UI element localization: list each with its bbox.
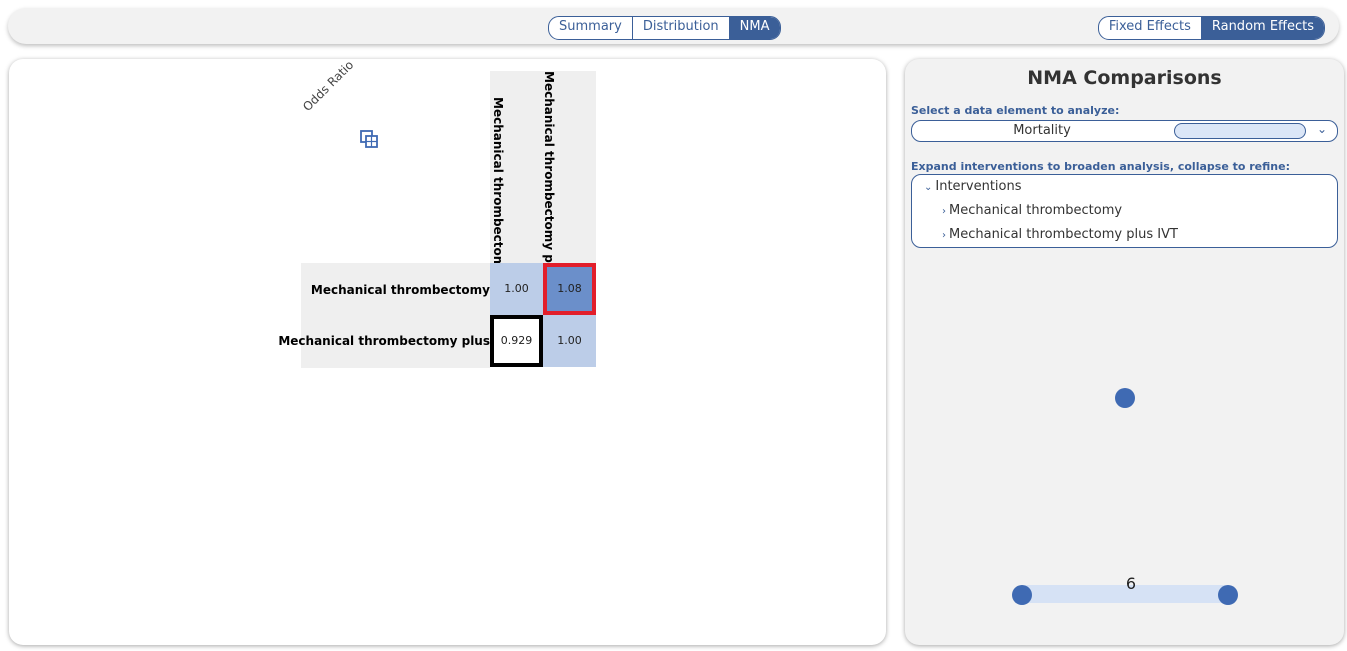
top-toolbar: Summary Distribution NMA Fixed Effects R…	[8, 8, 1339, 44]
nma-comparisons-panel: NMA Comparisons Select a data element to…	[905, 59, 1344, 645]
network-node[interactable]	[1115, 388, 1135, 408]
network-graph: 6	[1012, 388, 1238, 605]
row-header-band	[301, 263, 490, 368]
copy-icon[interactable]	[358, 128, 380, 150]
tab-fixed-effects[interactable]: Fixed Effects	[1099, 17, 1202, 39]
view-tab-group: Summary Distribution NMA	[548, 16, 781, 40]
row-header-1: Mechanical thrombectomy	[310, 283, 490, 297]
column-header-2: Mechanical thrombectomy pl...	[542, 71, 556, 263]
tab-random-effects[interactable]: Random Effects	[1201, 17, 1324, 39]
effects-tab-group: Fixed Effects Random Effects	[1097, 16, 1325, 40]
matrix-cell-selected-black[interactable]: 0.929	[490, 315, 543, 367]
edge-label: 6	[1126, 574, 1136, 593]
matrix-cell[interactable]: 1.00	[490, 263, 543, 315]
column-header-1: Mechanical thrombectomy	[491, 97, 505, 263]
tab-summary[interactable]: Summary	[549, 17, 633, 39]
network-node[interactable]	[1012, 585, 1032, 605]
network-node[interactable]	[1218, 585, 1238, 605]
row-header-2: Mechanical thrombectomy plus	[278, 334, 490, 348]
matrix-cell[interactable]: 1.00	[543, 315, 596, 367]
tab-nma[interactable]: NMA	[729, 17, 780, 39]
tab-distribution[interactable]: Distribution	[633, 17, 730, 39]
matrix-cell-selected-red[interactable]: 1.08	[543, 263, 596, 315]
